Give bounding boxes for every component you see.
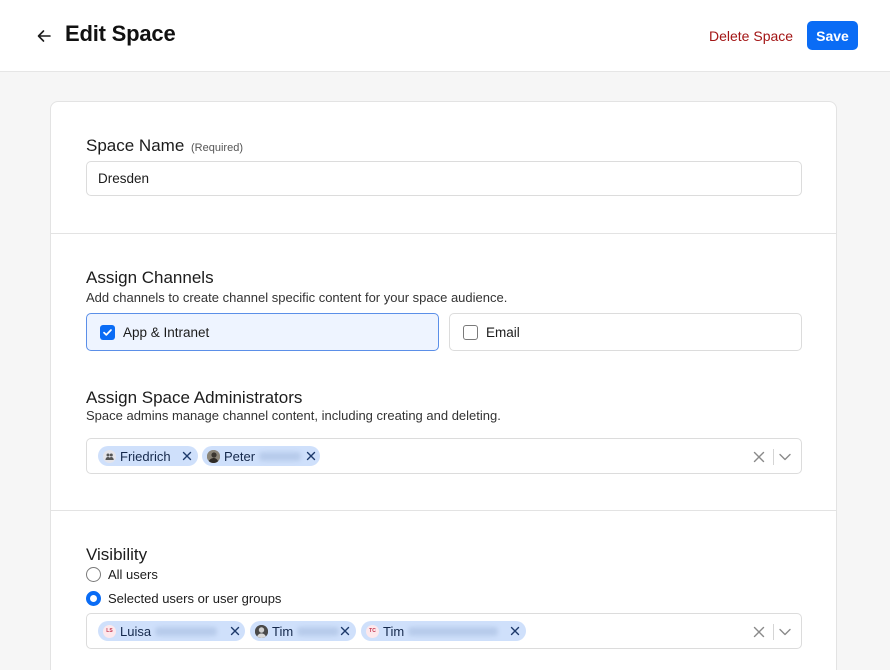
remove-chip-icon[interactable] [338,624,352,638]
photo-avatar [255,624,268,638]
channel-option-email[interactable]: Email [449,313,802,351]
redacted-surname [408,626,499,636]
space-name-input[interactable] [86,161,802,196]
visibility-option-selected-users[interactable]: Selected users or user groups [86,589,281,607]
admin-chip: Friedrich [98,446,198,466]
user-chip-name: Tim [383,623,405,639]
admin-chip: Peter [202,446,320,466]
channel-option-label: App & Intranet [123,324,210,340]
assign-channels-description: Add channels to create channel specific … [86,290,508,305]
page-title: Edit Space [65,21,176,46]
initials-avatar: TC [366,624,379,638]
user-chip: Tim [250,621,356,641]
channel-option-app-intranet[interactable]: App & Intranet [86,313,439,351]
remove-chip-icon[interactable] [304,449,318,463]
group-icon [103,449,116,463]
channel-option-label: Email [486,324,520,340]
redacted-surname [259,451,302,461]
admin-chip-name: Peter [224,448,256,464]
user-chip-name: Luisa [120,623,152,639]
photo-avatar [207,449,220,463]
page-header: Edit Space Delete Space Save [0,0,890,72]
chevron-down-icon[interactable] [778,625,792,639]
visibility-heading: Visibility [86,545,148,564]
edit-space-card: Space Name (Required) Assign Channels Ad… [50,101,837,670]
checkbox-unchecked-icon[interactable] [463,324,478,340]
remove-chip-icon[interactable] [180,449,194,463]
select-separator [773,449,774,465]
redacted-surname [297,626,340,636]
user-chip: LS Luisa [98,621,245,641]
assign-admins-description: Space admins manage channel content, inc… [86,408,501,423]
section-divider [51,510,836,511]
user-chip: TC Tim [361,621,526,641]
remove-chip-icon[interactable] [508,624,522,638]
chevron-down-icon[interactable] [778,450,792,464]
initials-avatar: LS [103,624,116,638]
visibility-option-label: All users [108,566,158,582]
delete-space-button[interactable]: Delete Space [700,24,802,48]
assign-admins-heading: Assign Space Administrators [86,388,303,407]
visibility-option-label: Selected users or user groups [108,590,282,606]
remove-chip-icon[interactable] [228,624,242,638]
assign-channels-heading: Assign Channels [86,268,214,287]
checkbox-checked-icon[interactable] [100,324,115,340]
clear-all-icon[interactable] [752,450,766,464]
space-name-label: Space Name [86,136,185,155]
select-separator [773,624,774,640]
space-name-heading: Space Name (Required) [86,136,243,156]
user-chip-name: Tim [272,623,294,639]
admin-chip-name: Friedrich [120,448,171,464]
clear-all-icon[interactable] [752,625,766,639]
radio-unselected-icon[interactable] [86,566,101,582]
admins-multiselect[interactable]: Friedrich Peter [86,438,802,474]
redacted-surname [155,626,218,636]
required-tag: (Required) [191,142,243,154]
back-arrow-icon[interactable] [33,25,55,47]
visibility-option-all-users[interactable]: All users [86,565,158,583]
radio-selected-icon[interactable] [86,590,101,606]
save-button[interactable]: Save [807,21,858,50]
visibility-users-multiselect[interactable]: LS Luisa Tim TC Tim [86,613,802,649]
section-divider [51,233,836,234]
